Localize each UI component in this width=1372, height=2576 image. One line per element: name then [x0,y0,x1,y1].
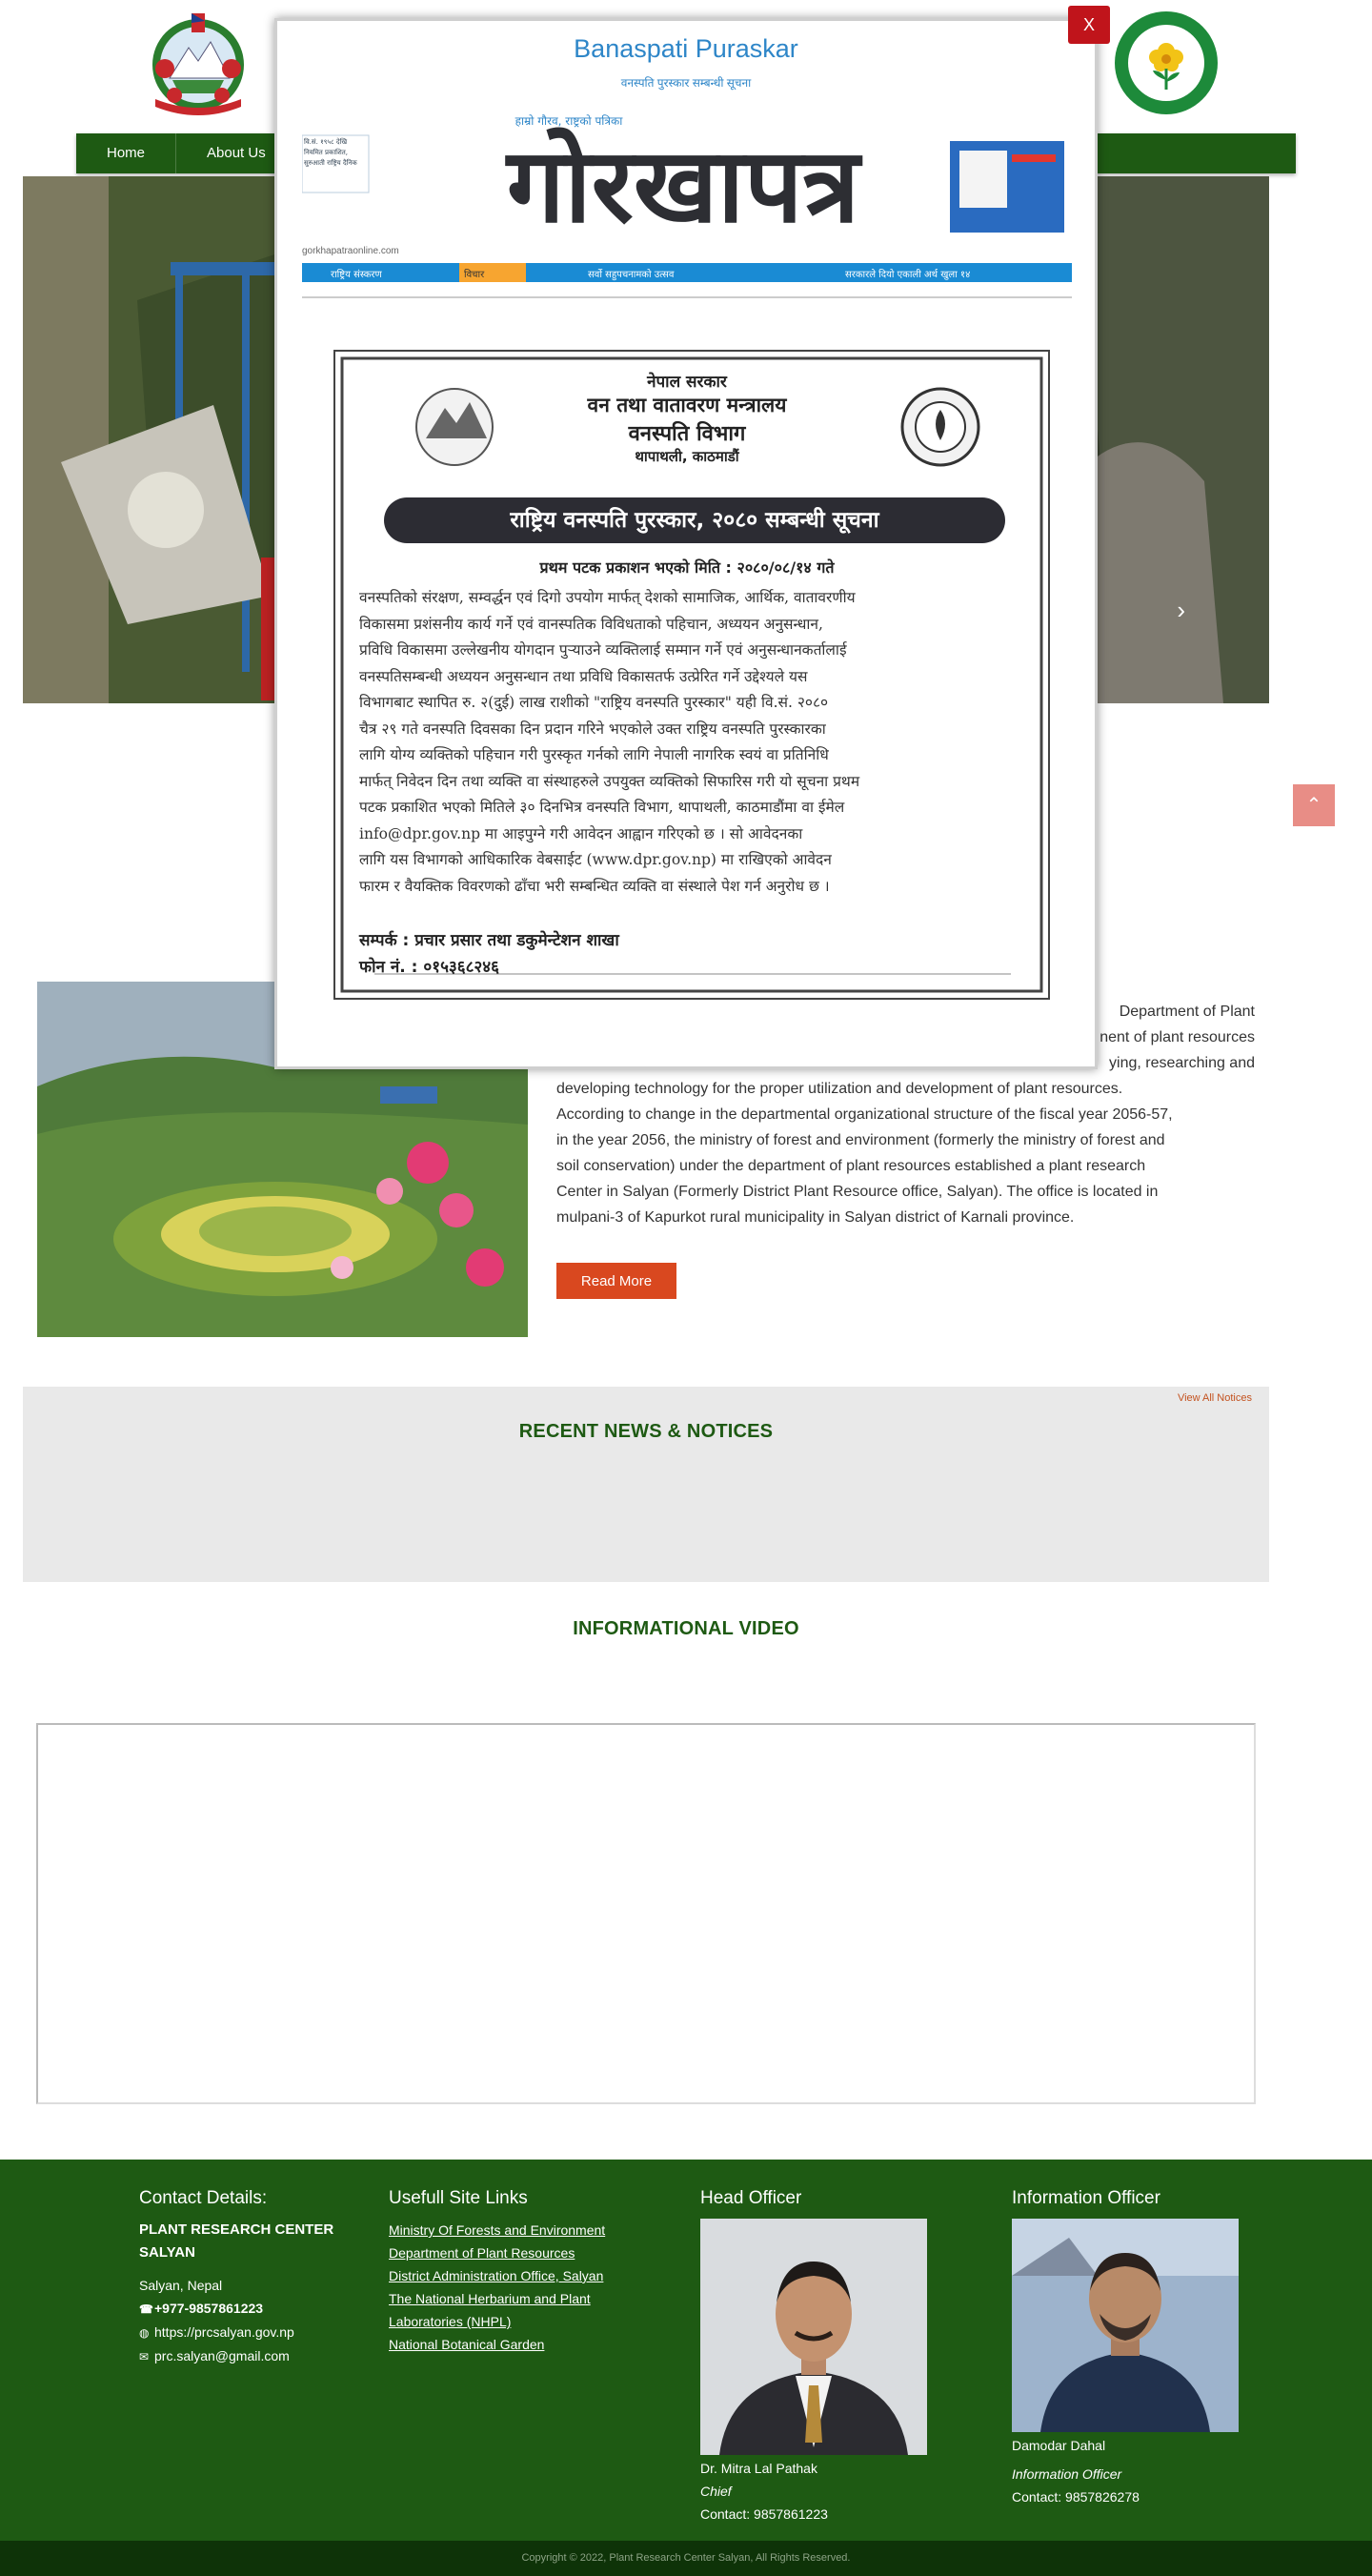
footer-contact: Contact Details: PLANT RESEARCH CENTER S… [139,2188,358,2368]
newspaper-since-line: वि.सं. १९५८ देखि [304,138,348,146]
phone-icon: ☎ [139,2302,153,2316]
newspaper-strip: राष्ट्रिय संस्करण विचार सर्वो सहुपचनामको… [302,264,1072,283]
head-officer-contact: Contact: 9857861223 [700,2506,828,2522]
head-officer-heading: Head Officer [700,2188,802,2208]
about-line: mulpani-3 of Kapurkot rural municipality… [556,1209,1075,1226]
footer: Contact Details: PLANT RESEARCH CENTER S… [0,2160,1372,2541]
modal-close-button[interactable]: X [1068,6,1110,44]
notice-body: वनस्पतिको संरक्षण, सम्वर्द्धन एवं दिगो उ… [359,585,1017,900]
email[interactable]: prc.salyan@gmail.com [154,2348,290,2363]
newspaper-clipping: हाम्रो गौरव, राष्ट्रको पत्रिका वि.सं. १९… [302,114,1072,1055]
video-player-frame[interactable] [36,1723,1256,2104]
globe-icon: ◍ [139,2326,150,2340]
info-officer-contact: Contact: 9857826278 [1012,2489,1140,2505]
newspaper-masthead: गोरखापत्र [506,127,860,246]
link-botanical-garden[interactable]: National Botanical Garden [389,2333,636,2356]
notice-body-line: लागि योग्य व्यक्तिको पहिचान गरी पुरस्कृत… [359,746,829,763]
envelope-icon: ✉ [139,2350,150,2363]
about-line: According to change in the departmental … [556,1106,1173,1123]
website[interactable]: https://prcsalyan.gov.np [154,2324,294,2340]
notice-body-line: लागि यस विभागको आधिकारिक वेबसाईट (www.dp… [359,851,832,868]
modal-subtitle: वनस्पति पुरस्कार सम्बन्धी सूचना [620,76,752,90]
notice-contact: सम्पर्क : प्रचार प्रसार तथा डकुमेन्टेशन … [359,931,619,950]
notice-body-line: वनस्पतिको संरक्षण, सम्वर्द्धन एवं दिगो उ… [359,589,856,606]
notice-date: प्रथम पटक प्रकाशन भएको मिति : २०८०/०८/१४… [539,558,835,577]
about-line: developing technology for the proper uti… [556,1081,1123,1097]
notice-gov: नेपाल सरकार [647,373,727,392]
head-officer-role: Chief [700,2484,732,2499]
notice-body-line: विकासमा प्रशंसनीय कार्य गर्ने एवं वानस्प… [359,615,823,633]
link-dept-plant-resources[interactable]: Department of Plant Resources [389,2241,636,2264]
modal-title: Banaspati Puraskar [574,34,798,63]
strip-item: सरकारले दियो एकाली अर्थ खुला १४ [845,270,971,280]
notice-dept: वनस्पति विभाग [628,422,746,446]
head-officer-name: Dr. Mitra Lal Pathak [700,2461,817,2476]
about-line: soil conservation) under the department … [556,1158,1146,1174]
link-ministry-forests[interactable]: Ministry Of Forests and Environment [389,2219,636,2241]
back-to-top-button[interactable]: ⌃ [1293,784,1335,826]
notice-body-line: वनस्पतिसम्बन्धी अध्ययन अनुसन्धान तथा प्र… [359,667,808,685]
notice-place: थापाथली, काठमाडौं [635,448,739,465]
notice-modal: Banaspati Puraskar वनस्पति पुरस्कार सम्ब… [274,18,1098,1069]
notice-body-line: info@dpr.gov.np मा आइपुग्ने गरी आवेदन आह… [359,824,803,842]
strip-item: विचार [464,270,485,280]
strip-item: राष्ट्रिय संस्करण [331,270,382,280]
plants-for-life-logo [1113,10,1220,116]
copyright: Copyright © 2022, Plant Research Center … [0,2541,1372,2576]
nav-home[interactable]: Home [76,133,177,173]
newspaper-since-line: नियमित प्रकाशित, [304,149,348,156]
info-officer-role: Information Officer [1012,2466,1122,2482]
strip-item: सर्वो सहुपचनामको उत्सव [588,270,675,280]
view-all-notices-link[interactable]: View All Notices [1178,1392,1252,1404]
notice-phone: फोन नं. : ०१५३६८२४६ [359,958,499,977]
footer-links-heading: Usefull Site Links [389,2188,528,2208]
info-officer-heading: Information Officer [1012,2188,1160,2208]
recent-notices-section: View All Notices RECENT NEWS & NOTICES [23,1387,1269,1582]
notice-body-line: मार्फत् निवेदन दिन तथा व्यक्ति वा संस्था… [359,772,860,790]
about-line: in the year 2056, the ministry of forest… [556,1132,1165,1148]
link-district-admin[interactable]: District Administration Office, Salyan [389,2264,636,2287]
chevron-up-icon: ⌃ [1305,795,1322,816]
newspaper-since-box: वि.सं. १९५८ देखि नियमित प्रकाशित, सुरुआत… [304,137,371,169]
video-title: INFORMATIONAL VIDEO [573,1618,799,1639]
notice-banner: राष्ट्रिय वनस्पति पुरस्कार, २०८० सम्बन्ध… [510,508,879,533]
notice-body-line: फारम र वैयक्तिक विवरणको ढाँचा भरी सम्बन्… [359,877,830,895]
footer-contact-heading: Contact Details: [139,2188,268,2208]
head-officer-photo [700,2219,927,2455]
nepal-emblem-logo [136,11,260,118]
org-name: PLANT RESEARCH CENTER [139,2221,334,2238]
notice-ministry: वन तथा वातावरण मन्त्रालय [587,394,787,416]
newspaper-website: gorkhapatraonline.com [302,246,399,256]
footer-links: Usefull Site Links Ministry Of Forests a… [389,2188,636,2356]
notice-header: नेपाल सरकार वन तथा वातावरण मन्त्रालय वनस… [302,370,1072,466]
newspaper-since-line: सुरुआती राष्ट्रिय दैनिक [304,159,357,167]
about-line: Center in Salyan (Formerly District Plan… [556,1184,1159,1200]
notice-body-line: विभागबाट स्थापित रु. २(दुई) लाख राशीको "… [359,694,829,711]
notice-body-line: प्रविधि विकासमा उल्लेखनीय योगदान पुऱ्याउ… [359,641,847,659]
org-name: SALYAN [139,2244,195,2261]
phone: +977-9857861223 [154,2301,264,2316]
info-officer-name: Damodar Dahal [1012,2438,1106,2453]
read-more-button[interactable]: Read More [556,1263,676,1299]
notice-body-line: चैत्र २९ गते वनस्पति दिवसका दिन प्रदान ग… [359,720,826,738]
slider-next-arrow[interactable]: › [1177,596,1185,625]
link-nhpl[interactable]: Laboratories (NHPL) [389,2310,636,2333]
address: Salyan, Nepal [139,2278,223,2293]
info-officer-photo [1012,2219,1239,2432]
footer-info-officer: Information Officer Damodar Dahal Inform… [1012,2188,1260,2508]
notice-body-line: पटक प्रकाशित भएको मितिले ३० दिनभित्र वनस… [359,799,845,816]
notices-title: RECENT NEWS & NOTICES [518,1421,774,1442]
footer-head-officer: Head Officer Dr. Mitra Lal Pathak Chief … [700,2188,948,2525]
link-nhpl[interactable]: The National Herbarium and Plant [389,2287,636,2310]
